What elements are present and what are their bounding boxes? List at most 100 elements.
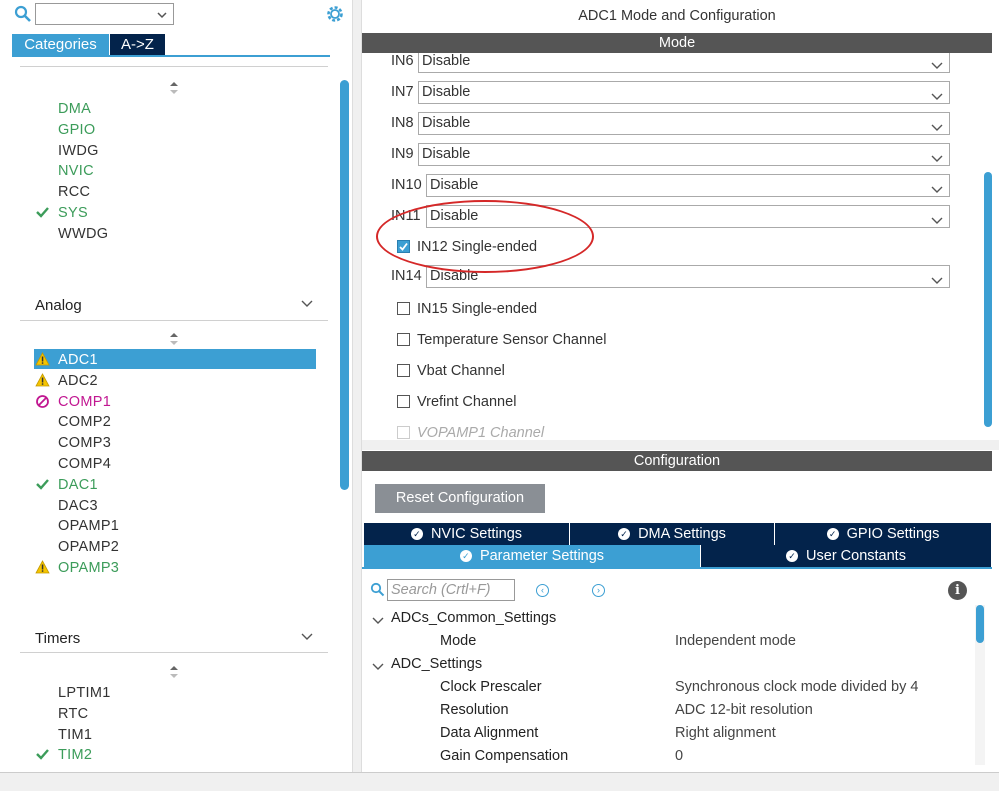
panel-splitter[interactable] (352, 0, 362, 772)
gear-icon[interactable] (325, 4, 345, 27)
param-value[interactable]: Independent mode (675, 633, 796, 649)
checkbox-checked[interactable] (397, 240, 410, 253)
peripheral-item-gpio[interactable]: GPIO (58, 120, 95, 140)
peripheral-item-dac3[interactable]: DAC3 (58, 496, 98, 516)
peripheral-item-tim2[interactable]: TIM2 (36, 745, 92, 765)
chevron-down-icon[interactable] (931, 57, 943, 78)
tab-nvic-settings[interactable]: ✓ NVIC Settings (364, 523, 570, 545)
peripheral-item-dma[interactable]: DMA (58, 99, 91, 119)
info-icon[interactable]: i (948, 581, 967, 600)
tab-categories[interactable]: Categories (12, 34, 109, 55)
param-value[interactable]: Synchronous clock mode divided by 4 (675, 679, 918, 695)
in8-select[interactable]: Disable (418, 112, 950, 135)
tab-gpio-settings[interactable]: ✓ GPIO Settings (775, 523, 992, 545)
param-group-title[interactable]: ADCs_Common_Settings (391, 610, 556, 626)
peripheral-item-wwdg[interactable]: WWDG (58, 224, 108, 244)
peripheral-item-opamp1[interactable]: OPAMP1 (58, 516, 119, 536)
sort-icon[interactable] (168, 331, 180, 350)
peripheral-item-lptim1[interactable]: LPTIM1 (58, 683, 111, 703)
param-value[interactable]: Right alignment (675, 725, 776, 741)
sort-icon[interactable] (168, 80, 180, 99)
category-analog-title[interactable]: Analog (35, 297, 82, 314)
chevron-down-icon[interactable] (156, 8, 168, 24)
chevron-down-icon[interactable] (372, 613, 384, 629)
checkbox-unchecked[interactable] (397, 395, 410, 408)
bottom-status-strip (0, 772, 999, 791)
param-name[interactable]: Gain Compensation (440, 748, 568, 764)
chevron-down-icon[interactable] (931, 272, 943, 293)
in6-value: Disable (422, 53, 471, 69)
category-timers-title[interactable]: Timers (35, 630, 80, 647)
search-icon[interactable] (370, 582, 385, 600)
peripheral-item-label: LPTIM1 (58, 685, 111, 701)
param-value[interactable]: 0 (675, 748, 683, 764)
reset-configuration-button[interactable]: Reset Configuration (375, 484, 545, 513)
peripheral-item-label: COMP2 (58, 414, 112, 431)
peripheral-item-label: RTC (58, 705, 89, 722)
param-group-title[interactable]: ADC_Settings (391, 656, 482, 672)
in6-select[interactable]: Disable (418, 53, 950, 73)
checkbox-unchecked[interactable] (397, 302, 410, 315)
chevron-down-icon[interactable] (931, 212, 943, 233)
peripheral-item-adc1[interactable]: ADC1 (35, 350, 98, 370)
in11-select[interactable]: Disable (426, 205, 950, 228)
param-scrollbar-thumb[interactable] (976, 605, 984, 643)
peripheral-item-rtc[interactable]: RTC (58, 704, 88, 724)
peripheral-item-nvic[interactable]: NVIC (58, 161, 94, 181)
peripheral-item-label: ADC1 (58, 352, 98, 368)
sort-icon[interactable] (168, 664, 180, 683)
param-name[interactable]: Data Alignment (440, 725, 538, 741)
param-name[interactable]: Resolution (440, 702, 509, 718)
tab-a-to-z[interactable]: A->Z (110, 34, 165, 55)
check-circle-icon: ✓ (618, 528, 631, 541)
peripheral-item-rcc[interactable]: RCC (58, 182, 90, 202)
configuration-section-bar: Configuration (362, 451, 992, 471)
in10-select[interactable]: Disable (426, 174, 950, 197)
in7-select[interactable]: Disable (418, 81, 950, 104)
tab-dma-settings[interactable]: ✓ DMA Settings (570, 523, 775, 545)
chevron-down-icon[interactable] (931, 88, 943, 109)
left-scrollbar-thumb[interactable] (340, 80, 349, 490)
peripheral-item-comp3[interactable]: COMP3 (58, 433, 111, 453)
peripheral-item-comp1[interactable]: COMP1 (36, 392, 111, 412)
peripheral-item-comp2[interactable]: COMP2 (58, 412, 111, 432)
channel-checkbox-label: Vrefint Channel (417, 394, 517, 410)
search-icon[interactable] (14, 5, 32, 26)
peripheral-search-combo[interactable] (35, 3, 174, 25)
peripheral-item-iwdg[interactable]: IWDG (58, 141, 99, 161)
parameter-search-input[interactable]: Search (Crtl+F) (387, 579, 515, 601)
peripheral-item-adc2[interactable]: ADC2 (35, 371, 98, 391)
param-value[interactable]: ADC 12-bit resolution (675, 702, 813, 718)
param-name[interactable]: Clock Prescaler (440, 679, 542, 695)
chevron-down-icon[interactable] (931, 150, 943, 171)
chevron-down-icon[interactable] (931, 119, 943, 140)
peripheral-item-label: DAC3 (58, 497, 98, 514)
peripheral-tree-panel: Categories A->Z DMA GPIO IWDG NVIC RCC SYS WWD… (0, 0, 352, 772)
mode-scrollbar-thumb[interactable] (984, 172, 992, 427)
checkbox-unchecked[interactable] (397, 364, 410, 377)
chevron-down-icon[interactable] (931, 181, 943, 202)
peripheral-item-opamp2[interactable]: OPAMP2 (58, 537, 119, 557)
in8-label: IN8 (391, 115, 414, 131)
chevron-down-icon[interactable] (300, 630, 314, 646)
checkbox-unchecked[interactable] (397, 333, 410, 346)
in9-select[interactable]: Disable (418, 143, 950, 166)
peripheral-item-dac1[interactable]: DAC1 (36, 475, 98, 495)
peripheral-item-label: IWDG (58, 142, 99, 159)
peripheral-item-label: OPAMP2 (58, 539, 120, 556)
peripheral-item-tim1[interactable]: TIM1 (58, 725, 92, 745)
in14-select[interactable]: Disable (426, 265, 950, 288)
tab-user-constants[interactable]: ✓ User Constants (701, 545, 992, 567)
param-name[interactable]: Mode (440, 633, 476, 649)
checkbox-unchecked (397, 426, 410, 439)
peripheral-item-opamp3[interactable]: OPAMP3 (35, 558, 119, 578)
next-match-icon[interactable]: › (592, 584, 605, 597)
peripheral-item-comp4[interactable]: COMP4 (58, 454, 111, 474)
peripheral-item-sys[interactable]: SYS (36, 203, 88, 223)
section-splitter[interactable] (362, 440, 999, 450)
previous-match-icon[interactable]: ‹ (536, 584, 549, 597)
chevron-down-icon[interactable] (300, 297, 314, 313)
chevron-down-icon[interactable] (372, 659, 384, 675)
tab-label: NVIC Settings (430, 526, 523, 542)
tab-parameter-settings[interactable]: ✓ Parameter Settings (364, 545, 701, 567)
